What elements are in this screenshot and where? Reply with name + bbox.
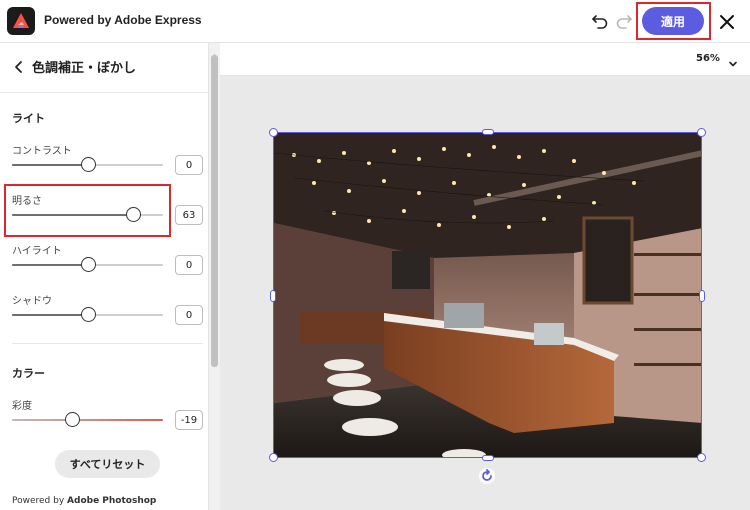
panel-header: 色調補正・ぼかし <box>0 43 208 93</box>
chevron-down-icon[interactable] <box>728 54 738 67</box>
top-bar: Powered by Adobe Express 適用 <box>0 0 750 43</box>
reset-all-button[interactable]: すべてリセット <box>55 450 160 478</box>
app-title: Powered by Adobe Express <box>44 13 202 27</box>
powered-brand: Adobe Photoshop <box>67 496 157 506</box>
saturation-label: 彩度 <box>12 401 32 412</box>
contrast-value[interactable]: 0 <box>175 155 203 175</box>
resize-handle-bottom-right[interactable] <box>697 453 706 462</box>
scroll-thumb[interactable] <box>211 55 218 367</box>
resize-handle-top-left[interactable] <box>269 128 278 137</box>
brightness-label: 明るさ <box>12 196 42 207</box>
shadows-slider-thumb[interactable] <box>81 307 96 322</box>
highlights-slider-thumb[interactable] <box>81 257 96 272</box>
resize-handle-bottom-left[interactable] <box>269 453 278 462</box>
zoom-level[interactable]: 56% <box>696 53 720 64</box>
contrast-slider-thumb[interactable] <box>81 157 96 172</box>
adjustments-panel: 色調補正・ぼかし ライト コントラスト 0 明るさ 63 ハイライト 0 シャド… <box>0 43 209 510</box>
section-divider <box>12 343 203 344</box>
undo-icon[interactable] <box>590 11 610 31</box>
zoom-bar: 56% <box>220 43 750 76</box>
panel-scrollbar[interactable] <box>209 43 220 510</box>
contrast-label: コントラスト <box>12 146 72 157</box>
light-section-title: ライト <box>12 112 45 125</box>
resize-handle-top[interactable] <box>482 129 494 135</box>
contrast-slider-fill <box>12 164 88 166</box>
resize-handle-bottom[interactable] <box>482 455 494 461</box>
canvas-area: 56% <box>220 43 750 510</box>
chevron-left-icon[interactable] <box>12 59 26 73</box>
selected-image[interactable] <box>269 128 706 462</box>
shadows-label: シャドウ <box>12 296 52 307</box>
saturation-slider-thumb[interactable] <box>65 412 80 427</box>
rotate-icon[interactable] <box>479 468 495 484</box>
highlights-label: ハイライト <box>12 246 62 257</box>
brightness-slider-fill <box>12 214 133 216</box>
cafe-interior-photo <box>274 133 701 457</box>
scroll-down-arrow-icon[interactable] <box>211 501 218 507</box>
apply-button[interactable]: 適用 <box>642 7 704 35</box>
saturation-value[interactable]: -19 <box>175 410 203 430</box>
color-section-title: カラー <box>12 367 45 380</box>
contrast-slider[interactable] <box>12 157 163 172</box>
highlights-slider-fill <box>12 264 88 266</box>
powered-prefix: Powered by <box>12 496 68 506</box>
brightness-slider-thumb[interactable] <box>126 207 141 222</box>
shadows-slider[interactable] <box>12 307 163 322</box>
highlights-value[interactable]: 0 <box>175 255 203 275</box>
brightness-slider[interactable] <box>12 207 163 222</box>
close-icon[interactable] <box>716 11 738 33</box>
highlights-slider[interactable] <box>12 257 163 272</box>
resize-handle-top-right[interactable] <box>697 128 706 137</box>
panel-title: 色調補正・ぼかし <box>32 61 137 76</box>
brightness-value[interactable]: 63 <box>175 205 203 225</box>
powered-by-photoshop: Powered by Adobe Photoshop <box>12 496 156 506</box>
shadows-slider-fill <box>12 314 88 316</box>
redo-icon[interactable] <box>614 11 634 31</box>
resize-handle-right[interactable] <box>699 290 705 302</box>
scroll-up-arrow-icon[interactable] <box>211 45 218 60</box>
saturation-slider[interactable] <box>12 412 163 427</box>
resize-handle-left[interactable] <box>270 290 276 302</box>
adobe-express-logo-icon <box>7 7 35 35</box>
shadows-value[interactable]: 0 <box>175 305 203 325</box>
